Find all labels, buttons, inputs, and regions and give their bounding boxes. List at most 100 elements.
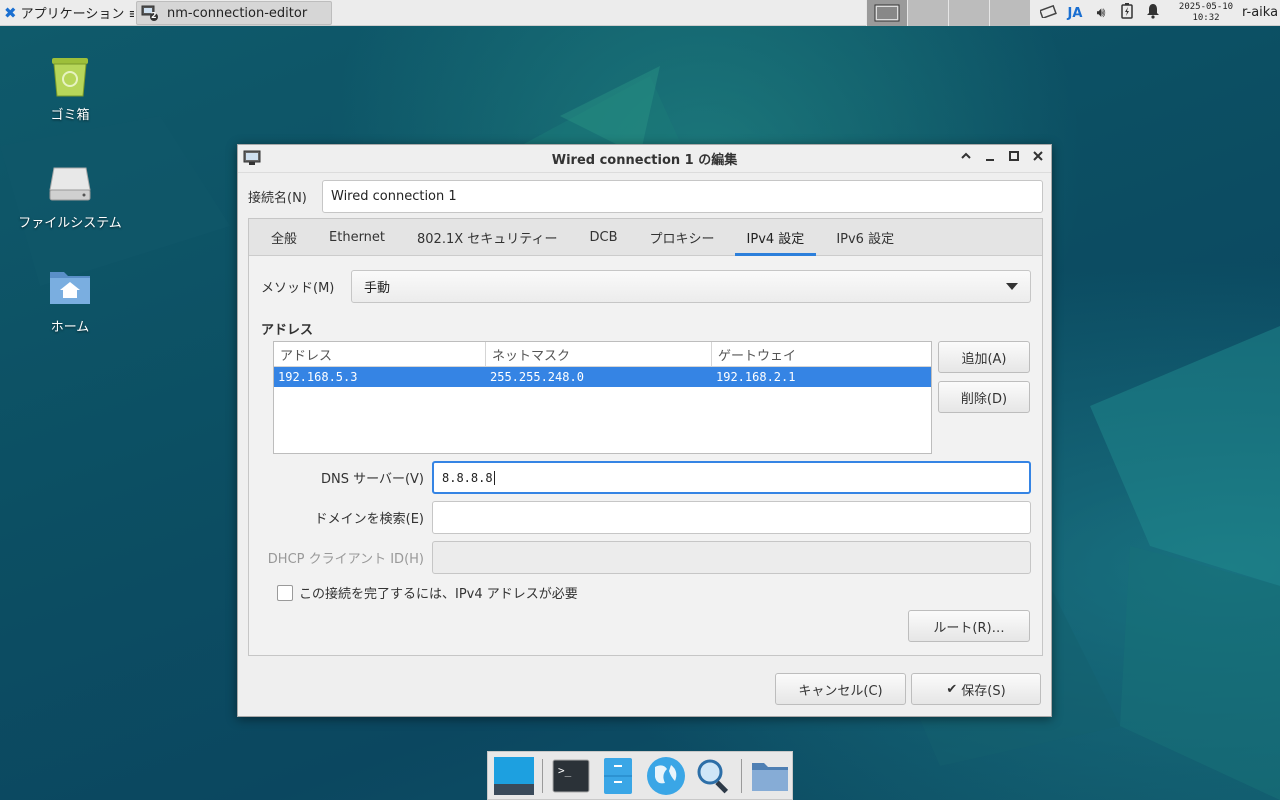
desktop-icon-label: ゴミ箱	[50, 108, 90, 123]
tab-ipv4-settings[interactable]: IPv4 設定	[734, 219, 817, 256]
method-label: メソッド(M)	[261, 280, 335, 296]
user-menu[interactable]: r-aika	[1242, 5, 1278, 20]
desktop-icon-trash[interactable]: ゴミ箱	[15, 52, 125, 123]
desktop-icon-label: ホーム	[50, 320, 90, 335]
cancel-button[interactable]: キャンセル(C)	[775, 673, 906, 705]
clock-time: 10:32	[1192, 13, 1220, 23]
workspace-switcher	[866, 0, 1030, 26]
file-cabinet-icon	[604, 757, 633, 794]
method-selected-value: 手動	[364, 280, 391, 296]
network-tray-icon[interactable]	[1039, 4, 1058, 22]
globe-icon	[646, 756, 685, 795]
address-section-label: アドレス	[261, 323, 314, 338]
dns-label: DNS サーバー(V)	[320, 472, 424, 487]
tab-ethernet[interactable]: Ethernet	[317, 219, 397, 255]
column-header-netmask[interactable]: ネットマスク	[486, 342, 712, 366]
routes-button[interactable]: ルート(R)…	[908, 610, 1030, 642]
method-select[interactable]: 手動	[351, 269, 1031, 303]
settings-tabs: 全般 Ethernet 802.1X セキュリティー DCB プロキシー IPv…	[249, 219, 1042, 256]
bottom-dock: >_	[487, 751, 793, 800]
chevron-up-icon	[961, 152, 971, 159]
tab-general[interactable]: 全般	[259, 219, 309, 255]
dialog-titlebar[interactable]: Wired connection 1 の編集	[238, 145, 1051, 173]
clock-date: 2025-05-10	[1178, 2, 1234, 12]
save-button[interactable]: ✔ 保存(S)	[911, 673, 1041, 705]
tab-ipv6-settings[interactable]: IPv6 設定	[824, 219, 906, 255]
desktop-icon-label: ファイルシステム	[18, 216, 122, 231]
maximize-window-button[interactable]	[1005, 149, 1023, 167]
applications-menu[interactable]: ✖ アプリケーション ≡	[0, 0, 134, 26]
notification-bell-icon[interactable]	[1144, 3, 1162, 23]
close-window-button[interactable]	[1029, 149, 1047, 167]
dns-server-input[interactable]: 8.8.8.8	[432, 461, 1031, 494]
applications-menu-label: アプリケーション ≡	[20, 7, 134, 22]
address-cell[interactable]: 192.168.5.3	[274, 367, 486, 387]
add-address-button[interactable]: 追加(A)	[938, 341, 1030, 373]
connection-name-label: 接続名(N)	[248, 190, 307, 206]
top-panel: ✖ アプリケーション ≡ 2 nm-connection-editor JA 🔊…	[0, 0, 1280, 26]
panel-clock[interactable]: 2025-05-10 10:32	[1178, 2, 1234, 24]
input-method-indicator[interactable]: JA	[1066, 6, 1084, 21]
system-tray: JA 🔊︎	[1039, 0, 1162, 26]
dns-server-value: 8.8.8.8	[442, 470, 493, 485]
dhcp-client-id-input	[432, 541, 1031, 574]
dhcp-client-id-label: DHCP クライアント ID(H)	[267, 552, 424, 567]
svg-text:>_: >_	[558, 764, 572, 777]
close-icon	[1033, 151, 1043, 161]
require-ipv4-label[interactable]: この接続を完了するには、IPv4 アドレスが必要	[299, 583, 578, 602]
home-folder-icon	[46, 264, 94, 312]
text-cursor	[493, 470, 495, 485]
trash-icon	[46, 52, 94, 100]
shade-window-button[interactable]	[957, 149, 975, 167]
file-manager-launcher[interactable]	[596, 754, 640, 798]
workspace-3[interactable]	[948, 0, 989, 26]
volume-icon[interactable]: 🔊︎	[1092, 5, 1110, 21]
dns-row: DNS サーバー(V) 8.8.8.8	[261, 461, 1031, 494]
terminal-launcher[interactable]: >_	[549, 754, 593, 798]
minimize-icon	[986, 159, 994, 161]
workspace-2[interactable]	[907, 0, 948, 26]
connection-editor-dialog: Wired connection 1 の編集 接続名(N) 全般 Etherne…	[237, 144, 1052, 717]
workspace-4[interactable]	[989, 0, 1030, 26]
xfce-logo-icon: ✖	[4, 3, 17, 22]
address-table: アドレス ネットマスク ゲートウェイ 192.168.5.3 255.255.2…	[273, 341, 932, 454]
tab-dcb[interactable]: DCB	[578, 219, 630, 255]
window-controls	[957, 149, 1047, 167]
require-ipv4-row: この接続を完了するには、IPv4 アドレスが必要	[277, 583, 578, 602]
network-window-icon	[242, 149, 264, 167]
column-header-gateway[interactable]: ゲートウェイ	[712, 342, 931, 366]
desktop-icon-filesystem[interactable]: ファイルシステム	[15, 160, 125, 231]
minimize-window-button[interactable]	[981, 149, 999, 167]
folder-launcher[interactable]	[748, 754, 792, 798]
search-domain-row: ドメインを検索(E)	[261, 501, 1031, 534]
address-table-header: アドレス ネットマスク ゲートウェイ	[274, 342, 931, 367]
desktop-icon-home[interactable]: ホーム	[15, 264, 125, 335]
search-domain-input[interactable]	[432, 501, 1031, 534]
taskbar-button-nm-connection-editor[interactable]: 2 nm-connection-editor	[136, 1, 332, 25]
search-launcher[interactable]	[692, 754, 736, 798]
workspace-1[interactable]	[866, 0, 907, 26]
taskbar-button-label: nm-connection-editor	[167, 5, 308, 21]
dialog-title: Wired connection 1 の編集	[551, 153, 738, 168]
settings-notebook: 全般 Ethernet 802.1X セキュリティー DCB プロキシー IPv…	[248, 218, 1043, 656]
terminal-icon: >_	[552, 759, 589, 792]
maximize-icon	[1009, 151, 1019, 161]
require-ipv4-checkbox[interactable]	[277, 584, 293, 601]
gateway-cell[interactable]: 192.168.2.1	[712, 367, 931, 387]
web-browser-launcher[interactable]	[644, 754, 688, 798]
netmask-cell[interactable]: 255.255.248.0	[486, 367, 712, 387]
delete-address-button[interactable]: 削除(D)	[938, 381, 1030, 413]
show-desktop-button[interactable]	[492, 754, 536, 798]
tab-proxy[interactable]: プロキシー	[638, 219, 727, 255]
column-header-address[interactable]: アドレス	[274, 342, 486, 366]
dropdown-arrow-icon	[1006, 282, 1018, 290]
connection-name-input[interactable]	[322, 179, 1043, 213]
checkmark-icon: ✔	[946, 681, 958, 697]
table-row[interactable]: 192.168.5.3 255.255.248.0 192.168.2.1	[274, 367, 931, 387]
connection-name-row: 接続名(N)	[248, 179, 1043, 213]
save-button-label: 保存(S)	[961, 683, 1006, 699]
battery-icon[interactable]	[1118, 3, 1136, 23]
dock-separator	[741, 758, 743, 793]
folder-icon	[752, 762, 789, 791]
tab-8021x-security[interactable]: 802.1X セキュリティー	[405, 219, 569, 255]
